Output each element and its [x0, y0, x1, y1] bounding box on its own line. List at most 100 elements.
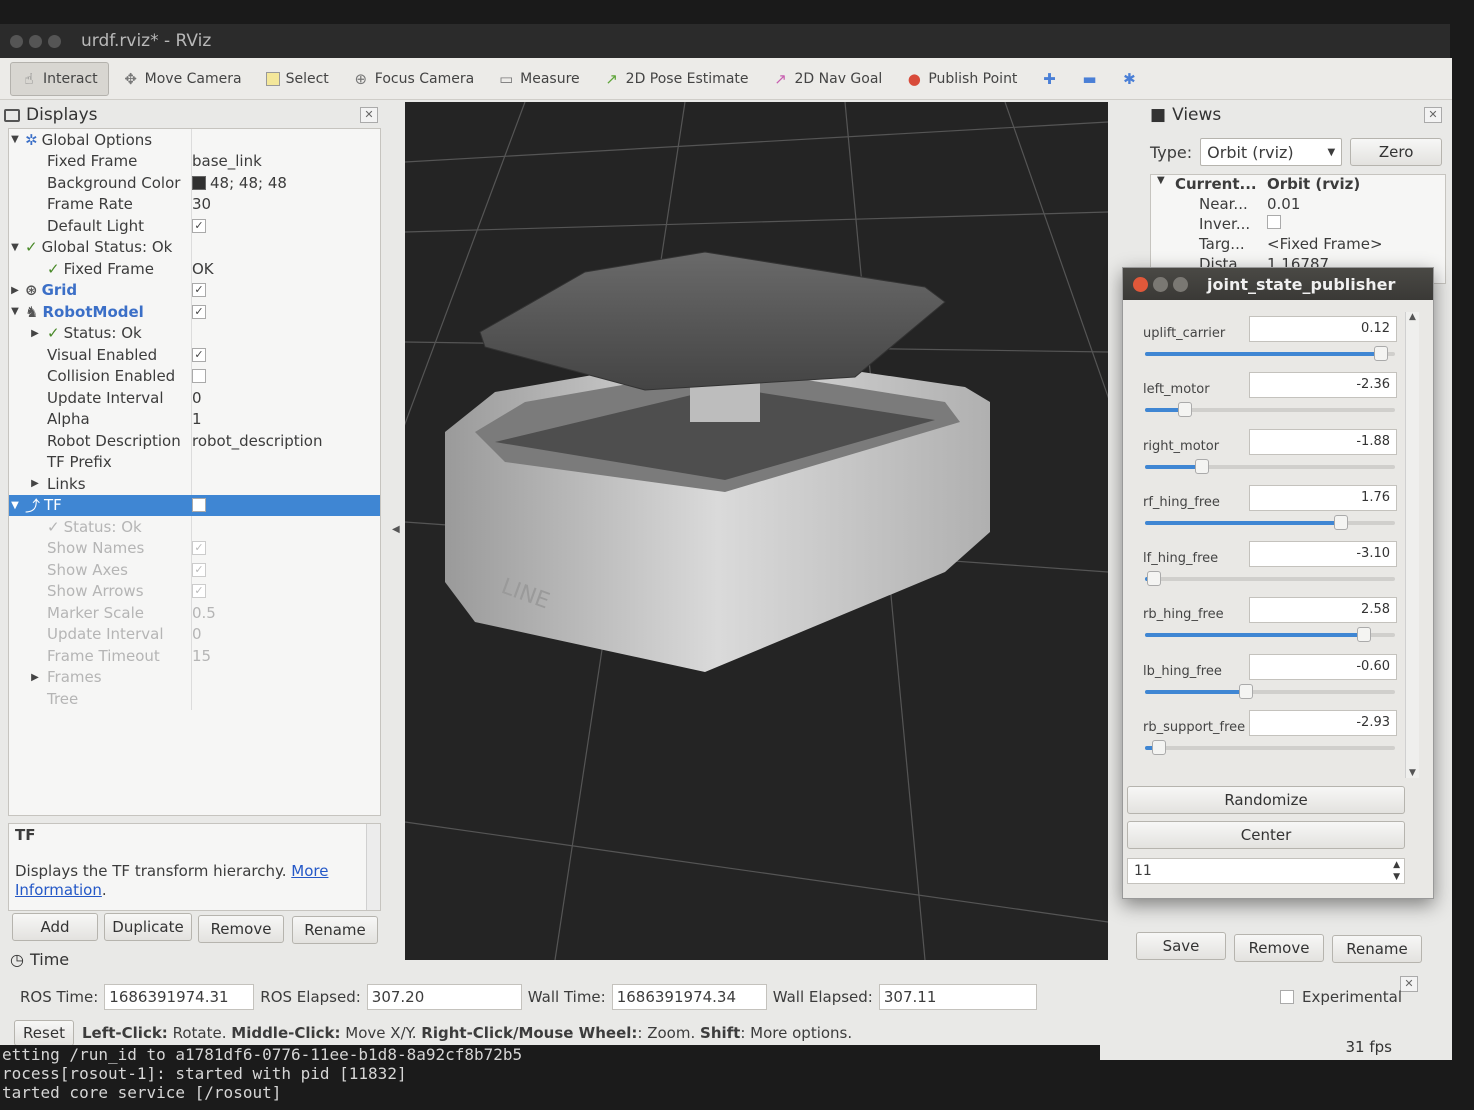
tree-row-background-color[interactable]: Background Color 48; 48; 48: [9, 172, 380, 194]
view-row-target[interactable]: Targ... <Fixed Frame>: [1151, 235, 1445, 255]
tree-row-alpha[interactable]: Alpha 1: [9, 408, 380, 430]
tree-row-default-light[interactable]: Default Light ✓: [9, 215, 380, 237]
randomize-button[interactable]: Randomize: [1127, 786, 1405, 814]
tool-interact[interactable]: ☝ Interact: [10, 61, 109, 96]
maximize-icon[interactable]: [1173, 276, 1188, 292]
tree-row-collision-enabled[interactable]: Collision Enabled: [9, 365, 380, 387]
chevron-right-icon[interactable]: ▶: [29, 478, 41, 489]
tree-row-frame-rate[interactable]: Frame Rate 30: [9, 193, 380, 215]
reset-button[interactable]: Reset: [14, 1020, 74, 1046]
joint-value-field[interactable]: -3.10: [1249, 541, 1397, 568]
tool-measure[interactable]: ▭ Measure: [488, 62, 590, 96]
tree-row-frame-timeout[interactable]: Frame Timeout 15: [9, 645, 380, 667]
tree-row-update-interval[interactable]: Update Interval 0: [9, 387, 380, 409]
save-view-button[interactable]: Save: [1136, 932, 1226, 960]
joint-value-field[interactable]: 2.58: [1249, 597, 1397, 624]
joint-value-field[interactable]: -0.60: [1249, 653, 1397, 680]
color-swatch[interactable]: [192, 175, 206, 190]
tree-row-frames[interactable]: ▶ Frames: [9, 666, 380, 688]
rename-view-button[interactable]: Rename: [1332, 935, 1422, 963]
window-maximize-icon[interactable]: [48, 34, 61, 48]
chevron-down-icon[interactable]: ▼: [9, 242, 21, 253]
tool-move-camera[interactable]: ✥ Move Camera: [113, 62, 252, 96]
add-display-button[interactable]: Add: [12, 913, 98, 941]
wall-elapsed-field[interactable]: 307.11: [878, 984, 1037, 1010]
chevron-down-icon[interactable]: ▼: [9, 134, 21, 145]
minimize-icon[interactable]: [1153, 276, 1168, 292]
experimental-option[interactable]: Experimental: [1279, 988, 1402, 1006]
checkbox[interactable]: [192, 369, 206, 384]
zero-button[interactable]: Zero: [1350, 138, 1443, 166]
tree-row-links[interactable]: ▶ Links: [9, 473, 380, 495]
checkbox[interactable]: [1279, 990, 1294, 1004]
joint-value-field[interactable]: 0.12: [1249, 316, 1397, 342]
joint-value-field[interactable]: -2.93: [1249, 710, 1397, 737]
joint-slider[interactable]: [1145, 458, 1395, 474]
window-close-icon[interactable]: [10, 34, 23, 48]
wall-time-field[interactable]: 1686391974.34: [611, 984, 767, 1010]
tree-row-robotmodel-status[interactable]: ▶ ✓ Status: Ok: [9, 322, 380, 344]
tree-row-show-arrows[interactable]: Show Arrows ✓: [9, 580, 380, 602]
joint-slider[interactable]: [1145, 402, 1395, 418]
ros-elapsed-field[interactable]: 307.20: [366, 984, 522, 1010]
tool-2d-pose-estimate[interactable]: ↗ 2D Pose Estimate: [594, 62, 759, 96]
rename-display-button[interactable]: Rename: [292, 916, 378, 944]
joint-slider[interactable]: [1145, 627, 1395, 643]
joint-slider-handle[interactable]: [1178, 402, 1192, 418]
tree-row-robotmodel[interactable]: ▼ ♞ RobotModel ✓: [9, 301, 380, 323]
tree-row-marker-scale[interactable]: Marker Scale 0.5: [9, 602, 380, 624]
joint-slider-handle[interactable]: [1147, 571, 1161, 587]
joint-slider-handle[interactable]: [1152, 740, 1166, 756]
window-minimize-icon[interactable]: [29, 34, 42, 48]
tree-row-global-options[interactable]: ▼ ✲ Global Options: [9, 129, 380, 151]
joint-value-field[interactable]: 1.76: [1249, 484, 1397, 511]
view-row-current[interactable]: ▼ Current... Orbit (rviz): [1151, 175, 1445, 195]
chevron-down-icon[interactable]: ▼: [1157, 175, 1165, 186]
center-button[interactable]: Center: [1127, 821, 1405, 849]
checkbox[interactable]: [192, 498, 206, 513]
chevron-down-icon[interactable]: ▼: [9, 306, 21, 317]
add-tool-button[interactable]: ✚: [1031, 62, 1067, 96]
joint-slider[interactable]: [1145, 683, 1395, 699]
tree-row-tf[interactable]: ▼ ⤴ TF: [9, 494, 380, 516]
joint-slider[interactable]: [1145, 571, 1395, 587]
duplicate-display-button[interactable]: Duplicate: [104, 913, 192, 941]
jsp-titlebar[interactable]: joint_state_publisher: [1123, 268, 1433, 300]
joint-slider-handle[interactable]: [1239, 683, 1253, 699]
checkbox[interactable]: ✓: [192, 541, 206, 556]
ros-time-field[interactable]: 1686391974.31: [104, 984, 255, 1010]
jsp-scrollbar[interactable]: ▲ ▼: [1405, 312, 1419, 778]
joint-slider[interactable]: [1145, 740, 1395, 756]
tree-row-fixed-frame[interactable]: Fixed Frame base_link: [9, 150, 380, 172]
help-scrollbar[interactable]: [366, 824, 380, 910]
scroll-up-icon[interactable]: ▲: [1406, 312, 1419, 322]
close-icon[interactable]: [1133, 276, 1148, 292]
joint-slider-handle[interactable]: [1195, 458, 1209, 474]
remove-tool-button[interactable]: ▬: [1071, 62, 1107, 96]
tree-row-grid[interactable]: ▶ ⊛ Grid ✓: [9, 279, 380, 301]
joint-value-field[interactable]: -2.36: [1249, 372, 1397, 399]
chevron-right-icon[interactable]: ▶: [29, 328, 41, 339]
close-icon[interactable]: ✕: [360, 107, 378, 123]
view-row-invert[interactable]: Inver...: [1151, 215, 1445, 235]
tool-select[interactable]: Select: [256, 62, 339, 96]
checkbox[interactable]: ✓: [192, 562, 206, 577]
tool-2d-nav-goal[interactable]: ↗ 2D Nav Goal: [763, 62, 893, 96]
tree-row-tree[interactable]: Tree: [9, 688, 380, 710]
tool-properties-button[interactable]: ✱: [1111, 62, 1147, 96]
joint-slider-handle[interactable]: [1334, 514, 1348, 530]
more-information-link[interactable]: More: [291, 862, 328, 880]
view-type-select[interactable]: Orbit (rviz) ▼: [1200, 138, 1343, 166]
tree-row-tf-status[interactable]: ✓ Status: Ok: [9, 516, 380, 538]
tree-row-show-axes[interactable]: Show Axes ✓: [9, 559, 380, 581]
joint-slider-handle[interactable]: [1357, 627, 1371, 643]
joint-slider[interactable]: [1145, 514, 1395, 530]
tree-row-robot-description[interactable]: Robot Description robot_description: [9, 430, 380, 452]
joint-spinbox[interactable]: 11 ▲ ▼: [1127, 858, 1405, 884]
chevron-right-icon[interactable]: ▶: [29, 672, 41, 683]
checkbox[interactable]: ✓: [192, 218, 206, 233]
remove-display-button[interactable]: Remove: [198, 915, 284, 943]
tree-row-show-names[interactable]: Show Names ✓: [9, 537, 380, 559]
chevron-down-icon[interactable]: ▼: [9, 500, 21, 511]
checkbox[interactable]: ✓: [192, 283, 206, 298]
